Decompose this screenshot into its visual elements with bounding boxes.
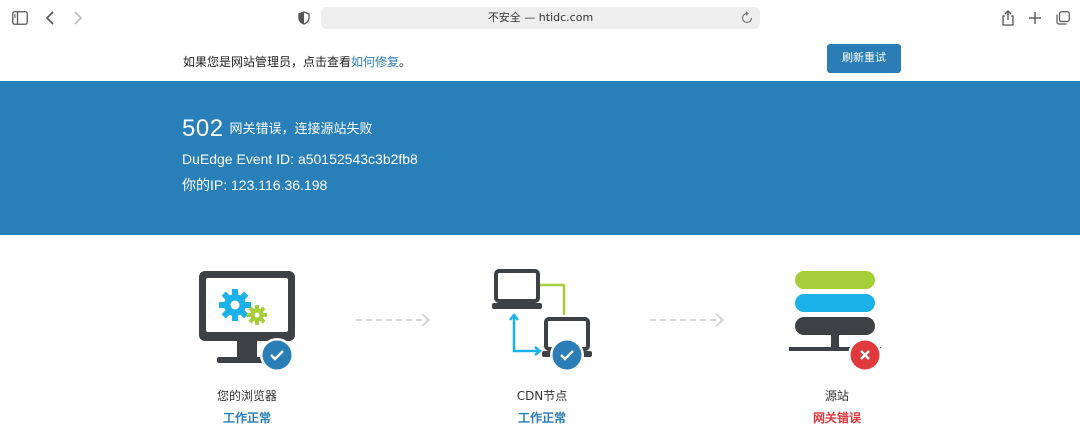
node-origin-label: 源站 (824, 389, 849, 403)
error-heading: 502 网关错误，连接源站失败 (182, 115, 373, 143)
cdn-network-icon (492, 269, 592, 372)
tab-overview-icon[interactable] (1053, 8, 1073, 28)
admin-notice-text: 如果您是网站管理员，点击查看如何修复。 (183, 53, 411, 70)
dashed-arrow-icon (650, 313, 725, 327)
client-ip: 你的IP: 123.116.36.198 (182, 177, 328, 193)
back-icon[interactable] (40, 8, 60, 28)
error-code: 502 (182, 115, 224, 142)
url-text: 不安全 — htidc.com (487, 11, 594, 24)
how-to-fix-link[interactable]: 如何修复 (351, 55, 399, 69)
error-message: 网关错误，连接源站失败 (229, 122, 373, 137)
forward-icon[interactable] (68, 8, 88, 28)
reload-icon[interactable] (740, 11, 754, 25)
browser-monitor-icon (199, 271, 295, 372)
event-id: DuEdge Event ID: a50152543c3b2fb8 (182, 151, 418, 167)
node-browser-status: 工作正常 (222, 411, 271, 425)
node-cdn-status: 工作正常 (517, 411, 566, 425)
sidebar-toggle-icon[interactable] (10, 8, 30, 28)
privacy-shield-icon[interactable] (294, 8, 314, 28)
address-bar[interactable]: 不安全 — htidc.com (321, 7, 760, 29)
node-cdn-label: CDN节点 (516, 389, 568, 403)
server-stack-icon (789, 271, 882, 372)
notice-prefix: 如果您是网站管理员，点击查看 (183, 55, 352, 69)
notice-suffix: 。 (399, 55, 412, 69)
share-icon[interactable] (998, 8, 1018, 28)
node-origin: 源站 网关错误 (737, 235, 937, 445)
node-browser: 您的浏览器 工作正常 (147, 235, 347, 445)
error-banner: 502 网关错误，连接源站失败 DuEdge Event ID: a5015254… (0, 81, 1080, 235)
new-tab-icon[interactable] (1025, 8, 1045, 28)
refresh-retry-button[interactable]: 刷新重试 (827, 44, 901, 73)
status-section: 您的浏览器 工作正常 CDN节点 工作正常 源站 网关错误 (0, 235, 1080, 445)
admin-notice-bar: 如果您是网站管理员，点击查看如何修复。 刷新重试 (0, 36, 1080, 81)
node-origin-status: 网关错误 (812, 411, 861, 425)
node-cdn: CDN节点 工作正常 (442, 235, 642, 445)
node-browser-label: 您的浏览器 (216, 389, 277, 403)
dashed-arrow-icon (356, 313, 431, 327)
browser-toolbar: 不安全 — htidc.com (0, 0, 1080, 36)
